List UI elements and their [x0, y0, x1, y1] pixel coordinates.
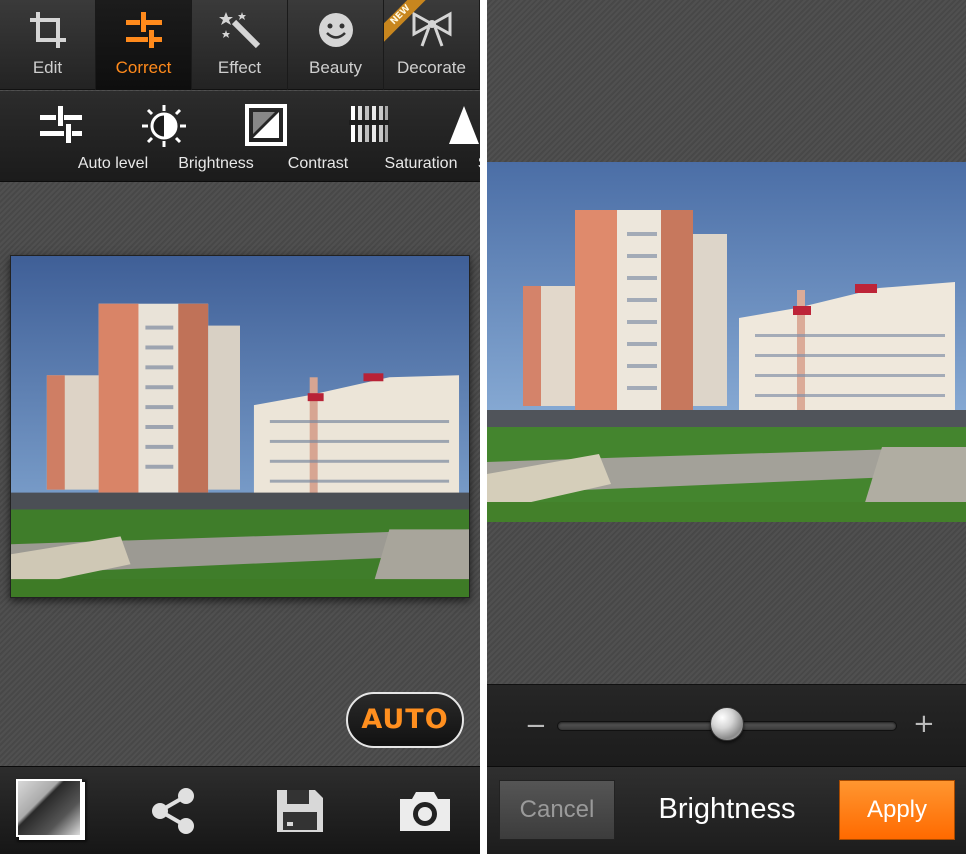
- camera-icon: [400, 792, 450, 831]
- tab-decorate[interactable]: NEW Decorate: [384, 0, 480, 90]
- sharpness-icon: [449, 106, 479, 144]
- photo-preview-large[interactable]: [487, 162, 966, 522]
- adjust-screen: − + Cancel Brightness Apply: [487, 0, 966, 854]
- tool-auto-level[interactable]: Auto level: [9, 91, 148, 182]
- crop-icon: [29, 12, 66, 48]
- tab-label: Effect: [217, 58, 262, 77]
- decrease-label: −: [525, 711, 547, 741]
- adjust-sliders-icon: [125, 12, 162, 48]
- share-icon: [152, 788, 194, 834]
- tab-correct[interactable]: Correct: [96, 0, 192, 90]
- apply-button[interactable]: Apply: [839, 780, 955, 840]
- save-icon: [277, 790, 323, 832]
- category-tabs: Edit Correct Effect Beauty NEW Decorate: [0, 0, 480, 90]
- save-button[interactable]: [240, 767, 360, 854]
- magic-wand-icon: [218, 12, 260, 49]
- contrast-icon: [245, 104, 287, 146]
- saturation-icon: [349, 106, 389, 142]
- bottom-toolbar: [0, 766, 480, 854]
- brightness-slider-panel: − +: [487, 684, 966, 766]
- tool-label: Sharpness: [464, 155, 480, 173]
- tab-label: Decorate: [397, 58, 466, 77]
- tab-effect[interactable]: Effect: [192, 0, 288, 90]
- share-button[interactable]: [113, 767, 233, 854]
- tool-sharpness[interactable]: Sharpness: [412, 91, 480, 182]
- tool-saturation[interactable]: Saturation: [317, 91, 457, 182]
- increase-label: +: [913, 709, 935, 739]
- cancel-button[interactable]: Cancel: [499, 780, 615, 840]
- auto-button[interactable]: AUTO: [346, 692, 464, 748]
- adjust-title: Brightness: [658, 793, 796, 825]
- tab-edit[interactable]: Edit: [0, 0, 96, 90]
- editor-screen: Edit Correct Effect Beauty NEW Decorate …: [0, 0, 480, 854]
- brightness-icon: [142, 105, 186, 147]
- tool-brightness[interactable]: Brightness: [112, 91, 254, 182]
- building-photo: [11, 256, 469, 597]
- tab-label: Correct: [115, 58, 172, 77]
- tab-label: Edit: [32, 58, 63, 77]
- gallery-button[interactable]: [0, 767, 120, 854]
- auto-level-icon: [40, 106, 82, 143]
- tool-strip: Auto level Brightness Contrast Saturatio…: [0, 91, 480, 182]
- camera-button[interactable]: [365, 767, 480, 854]
- smiley-face-icon: [318, 13, 353, 47]
- action-bar: Cancel Brightness Apply: [487, 766, 966, 854]
- tool-contrast[interactable]: Contrast: [214, 91, 348, 182]
- gallery-thumbnail: [16, 779, 82, 837]
- tab-beauty[interactable]: Beauty: [288, 0, 384, 90]
- new-badge: NEW: [384, 0, 426, 42]
- brightness-slider-handle[interactable]: [710, 707, 744, 741]
- building-photo: [487, 162, 966, 522]
- photo-preview[interactable]: [10, 255, 470, 598]
- tab-label: Beauty: [309, 58, 362, 77]
